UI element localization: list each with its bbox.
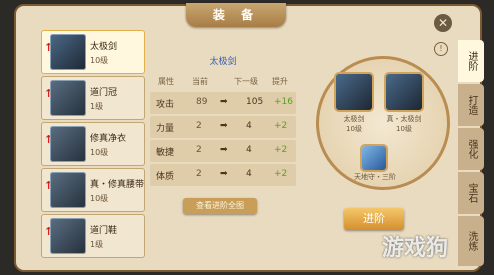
stat-gain: +2 [274,169,288,179]
close-icon[interactable]: ✕ [434,14,452,32]
view-advance-chart-button[interactable]: 查看进阶全图 [183,198,257,214]
tab-advance[interactable]: 进阶 [458,40,484,82]
sword-icon [50,34,86,70]
stat-attr: 攻击 [156,100,175,110]
arrow-right-icon: ➡ [220,169,228,179]
stat-current: 2 [196,121,202,131]
equipment-item-boots[interactable]: ↑ 道门鞋 1级 [41,214,145,258]
next-weapon-level: 10级 [396,125,412,133]
stat-row-attack: 攻击 89 ➡ 105 +16 [150,92,296,114]
equipment-level: 1级 [90,102,104,111]
armor-icon [50,126,86,162]
stat-row-agility: 敏捷 2 ➡ 4 +2 [150,140,296,162]
equipment-name: 修真净衣 [90,134,127,144]
tab-refine[interactable]: 洗炼 [458,216,484,266]
equipment-name: 道门鞋 [90,226,118,236]
stat-next: 105 [246,97,264,107]
stat-current: 2 [196,169,202,179]
stat-next: 4 [246,121,252,131]
material-name: 天地守・三阶 [354,173,396,181]
stat-row-constitution: 体质 2 ➡ 4 +2 [150,164,296,186]
tab-gem[interactable]: 宝石 [458,172,484,214]
equipment-level: 1级 [90,240,104,249]
equipment-name: 太极剑 [90,42,118,52]
equipment-item-belt[interactable]: ↑ 真・修真腰带 10级 [41,168,145,212]
equipment-list: ↑ 太极剑 10级 ↑ 道门冠 1级 ↑ 修真净衣 10级 ↑ 真・修真腰带 1… [41,30,147,266]
next-weapon-slot[interactable] [386,74,422,110]
next-weapon-name: 真・太极剑 [386,115,422,123]
arrow-right-icon: ➡ [220,97,228,107]
current-weapon-level: 10级 [346,125,362,133]
advance-button[interactable]: 进阶 [344,208,404,230]
equipment-level: 10级 [90,194,109,203]
material-slot[interactable] [362,146,386,170]
stat-gain: +2 [274,121,288,131]
equipment-name: 真・修真腰带 [90,180,145,190]
header-next: 下一级 [234,77,258,86]
stat-gain: +16 [274,97,293,107]
stat-row-strength: 力量 2 ➡ 4 +2 [150,116,296,138]
equipment-name: 道门冠 [90,88,118,98]
equipment-item-sword[interactable]: ↑ 太极剑 10级 [41,30,145,74]
stat-next: 4 [246,169,252,179]
arrow-right-icon: ➡ [220,145,228,155]
current-weapon-name: 太极剑 [343,115,365,123]
stat-attr: 力量 [156,124,175,134]
equipment-item-armor[interactable]: ↑ 修真净衣 10级 [41,122,145,166]
stat-current: 2 [196,145,202,155]
stat-attr: 体质 [156,172,175,182]
stat-current: 89 [196,97,208,107]
belt-icon [50,172,86,208]
helmet-icon [50,80,86,116]
stat-attr: 敏捷 [156,148,175,158]
header-gain: 提升 [272,77,288,86]
window-title: 装 备 [186,3,286,27]
info-icon[interactable]: ! [434,42,448,56]
stats-title: 太极剑 [209,57,237,67]
header-attr: 属性 [158,77,174,86]
watermark: 游戏狗 [382,236,449,261]
arrow-right-icon: ➡ [220,121,228,131]
tab-forge[interactable]: 打造 [458,84,484,126]
tab-enhance[interactable]: 强化 [458,128,484,170]
current-weapon-slot[interactable] [336,74,372,110]
stat-next: 4 [246,145,252,155]
header-current: 当前 [192,77,208,86]
equipment-level: 10级 [90,148,109,157]
equipment-level: 10级 [90,56,109,65]
stat-gain: +2 [274,145,288,155]
equipment-item-helmet[interactable]: ↑ 道门冠 1级 [41,76,145,120]
boots-icon [50,218,86,254]
